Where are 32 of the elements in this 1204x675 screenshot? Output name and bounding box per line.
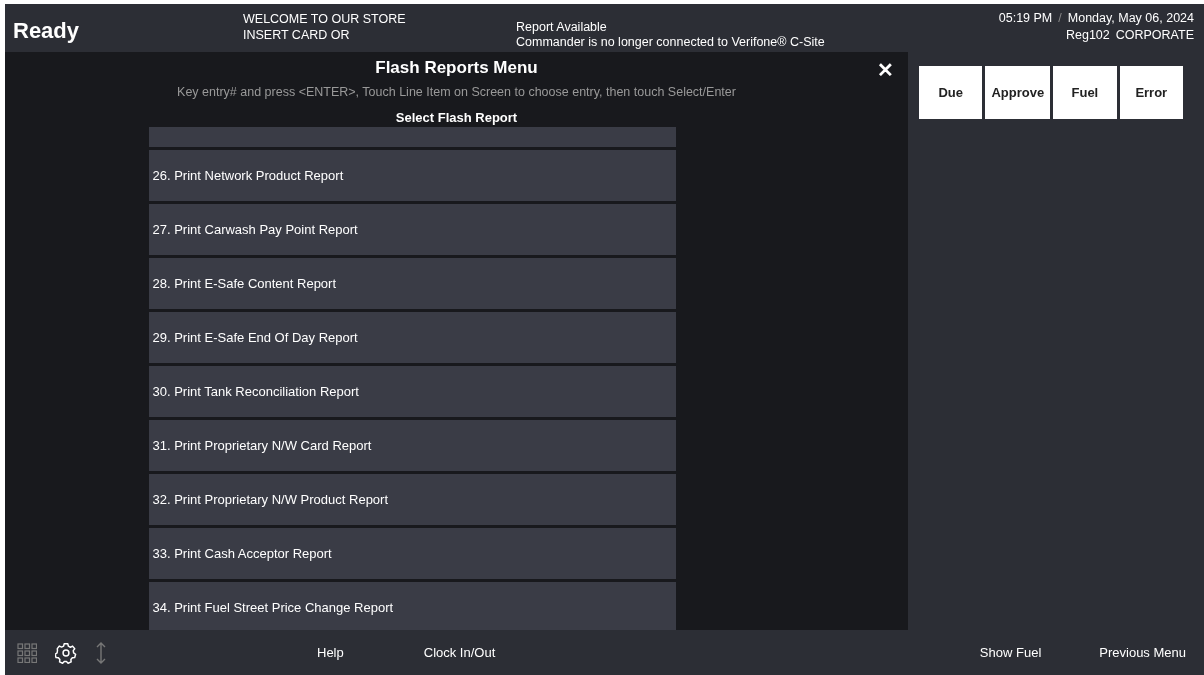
close-button[interactable]: ✕ — [877, 58, 894, 82]
subtitle-text: Select Flash Report — [395, 110, 518, 125]
list-item[interactable]: 27. Print Carwash Pay Point Report — [148, 204, 676, 255]
list-item[interactable]: 28. Print E-Safe Content Report — [148, 258, 676, 309]
side-button[interactable]: Due — [919, 66, 983, 119]
footer-button[interactable]: Previous Menu — [1099, 641, 1186, 664]
welcome-text: WELCOME TO OUR STORE — [243, 11, 407, 27]
settings-icon[interactable] — [55, 641, 77, 664]
footer-button[interactable]: Clock In/Out — [423, 641, 496, 664]
welcome-text: INSERT CARD OR — [243, 27, 351, 43]
time-text: 05:19 PM — [998, 10, 1053, 27]
menu-title: Flash Reports Menu — [375, 58, 538, 78]
register-text: Reg102 — [1065, 27, 1110, 44]
list-item[interactable]: 32. Print Proprietary N/W Product Report — [148, 474, 676, 525]
footer-button[interactable]: Help — [317, 641, 344, 664]
list-item[interactable]: 26. Print Network Product Report — [148, 150, 676, 201]
side-button[interactable]: Error — [1119, 66, 1183, 119]
side-button[interactable]: Fuel — [1053, 66, 1117, 119]
status-text: Ready — [13, 18, 81, 44]
side-button[interactable]: Approve — [985, 66, 1051, 119]
list-item[interactable]: 30. Print Tank Reconciliation Report — [148, 366, 676, 417]
list-item[interactable]: 31. Print Proprietary N/W Card Report — [148, 420, 676, 471]
footer-button[interactable]: Show Fuel — [979, 641, 1042, 664]
instructions-text: Key entry# and press <ENTER>, Touch Line Item on Screen to choose entry, then touch Select/Enter — [177, 85, 736, 99]
separator-text: / — [1058, 10, 1062, 27]
date-text: Monday, May 06, 2024 — [1067, 10, 1194, 27]
list-item[interactable]: 34. Print Fuel Street Price Change Report — [148, 582, 676, 630]
user-text: CORPORATE — [1115, 27, 1194, 44]
message-text: Commander is no longer connected to Verifone® C-Site — [516, 35, 825, 50]
list-item[interactable]: 33. Print Cash Acceptor Report — [148, 528, 676, 579]
list-item[interactable]: 29. Print E-Safe End Of Day Report — [148, 312, 676, 363]
message-text: Report Available — [516, 20, 608, 35]
